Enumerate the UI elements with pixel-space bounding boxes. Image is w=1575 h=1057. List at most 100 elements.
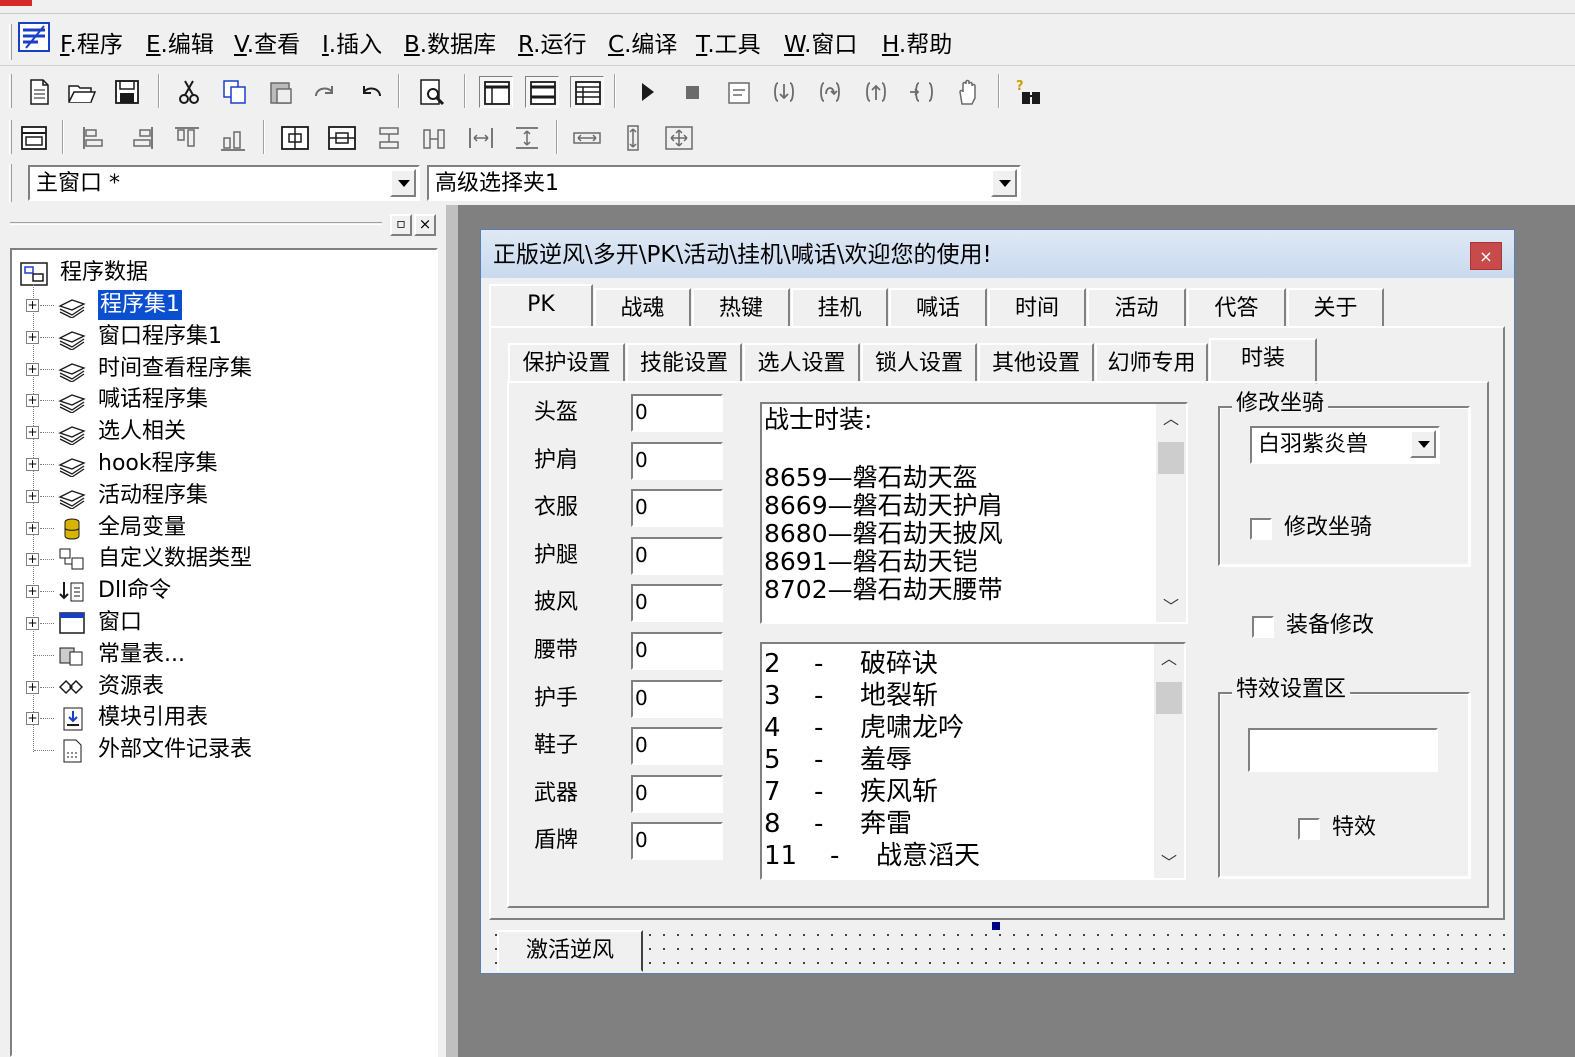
expand-icon[interactable]: + (26, 426, 39, 439)
modify-mount-checkbox[interactable] (1250, 518, 1272, 540)
expand-icon[interactable]: + (26, 712, 39, 725)
menu-item-b[interactable]: B.数据库 (404, 30, 496, 60)
skill-scrollbar[interactable]: ︿ ﹀ (1154, 644, 1184, 878)
main-tab-3[interactable]: 挂机 (791, 288, 888, 328)
stretch-v-icon[interactable] (616, 122, 650, 154)
tree-item-8[interactable]: + 自定义数据类型 (12, 544, 432, 574)
menu-grip[interactable] (9, 24, 12, 60)
stretch-h-icon[interactable] (570, 122, 604, 154)
effect-input[interactable] (1248, 728, 1438, 772)
scroll-up-icon[interactable]: ︿ (1156, 404, 1186, 434)
skill-list-item[interactable]: 8 - 奔雷 (764, 808, 1154, 840)
tree-item-2[interactable]: + 时间查看程序集 (12, 354, 432, 384)
skill-list-item[interactable]: 7 - 疾风斩 (764, 776, 1154, 808)
stop-icon[interactable] (676, 76, 710, 108)
component-selector-combo[interactable]: 高级选择夹1 (427, 165, 1021, 201)
tree-item-6[interactable]: + 活动程序集 (12, 481, 432, 511)
scroll-thumb[interactable] (1156, 682, 1182, 714)
main-tab-0[interactable]: PK (489, 284, 593, 328)
project-tree[interactable]: 程序数据 + 程序集1 + 窗口程序集1 + 时间查看程序集 + 喊话程序集 + 选人相关 + hook… (10, 248, 438, 1057)
tree-item-10[interactable]: + 窗口 (12, 608, 432, 638)
redo-icon[interactable] (308, 76, 342, 108)
center-v-icon[interactable] (325, 122, 359, 154)
expand-icon[interactable]: + (26, 522, 39, 535)
layout-1-icon[interactable] (479, 76, 513, 108)
close-icon[interactable]: × (1470, 242, 1502, 270)
skill-list-item[interactable]: 11 - 战意滔天 (764, 840, 1154, 872)
selector-grip[interactable] (9, 164, 12, 202)
menu-item-h[interactable]: H.帮助 (882, 30, 952, 60)
field-input[interactable]: 0 (631, 442, 723, 480)
same-height-icon[interactable] (418, 122, 452, 154)
paste-icon[interactable] (264, 76, 298, 108)
scroll-thumb[interactable] (1158, 442, 1184, 474)
run-icon[interactable] (630, 76, 664, 108)
activate-button[interactable]: 激活逆风 (497, 930, 643, 972)
field-input[interactable]: 0 (631, 537, 723, 575)
expand-icon[interactable]: + (26, 617, 39, 630)
main-tab-5[interactable]: 时间 (988, 288, 1086, 328)
expand-icon[interactable]: + (26, 458, 39, 471)
tree-item-7[interactable]: + 全局变量 (12, 513, 432, 543)
tree-item-9[interactable]: + Dll命令 (12, 576, 432, 606)
scroll-up-icon[interactable]: ︿ (1154, 644, 1184, 674)
help-find-icon[interactable]: ? (1012, 76, 1046, 108)
app-icon[interactable] (18, 22, 50, 52)
menu-item-e[interactable]: E.编辑 (146, 30, 214, 60)
mount-select[interactable]: 白羽紫炎兽 (1250, 426, 1440, 464)
menu-item-r[interactable]: R.运行 (518, 30, 586, 60)
tree-item-4[interactable]: + 选人相关 (12, 417, 432, 447)
panel-grip[interactable] (10, 222, 382, 225)
chevron-down-icon[interactable] (390, 169, 416, 197)
step-into-icon[interactable] (768, 76, 802, 108)
align-bottom-icon[interactable] (216, 122, 250, 154)
fashion-scrollbar[interactable]: ︿ ﹀ (1156, 404, 1186, 622)
effect-checkbox[interactable] (1298, 818, 1320, 840)
sub-tab-4[interactable]: 其他设置 (978, 343, 1094, 383)
expand-icon[interactable]: + (26, 299, 39, 312)
chevron-down-icon[interactable] (1410, 430, 1436, 458)
field-input[interactable]: 0 (631, 680, 723, 718)
expand-icon[interactable]: + (26, 553, 39, 566)
skill-listbox[interactable]: 2- 破碎诀 3- 地裂斩 4- 虎啸龙吟 5- 羞辱 7- 疾风斩 8- 奔雷 11- 战意滔天 ︿ ﹀ (760, 642, 1186, 880)
field-input[interactable]: 0 (631, 394, 723, 432)
window-selector-combo[interactable]: 主窗口 * (28, 165, 420, 201)
save-icon[interactable] (110, 76, 144, 108)
new-file-icon[interactable] (22, 76, 56, 108)
scroll-down-icon[interactable]: ﹀ (1154, 848, 1184, 878)
menu-item-w[interactable]: W.窗口 (784, 30, 857, 60)
scroll-down-icon[interactable]: ﹀ (1156, 592, 1186, 622)
tree-item-0[interactable]: + 程序集1 (12, 289, 432, 321)
skill-list-item[interactable]: 5 - 羞辱 (764, 744, 1154, 776)
main-tab-7[interactable]: 代答 (1187, 288, 1286, 328)
move-icon[interactable] (662, 122, 696, 154)
tree-item-5[interactable]: + hook程序集 (12, 449, 432, 479)
menu-item-t[interactable]: T.工具 (696, 30, 761, 60)
tree-item-1[interactable]: + 窗口程序集1 (12, 322, 432, 352)
expand-icon[interactable]: + (26, 490, 39, 503)
menu-item-c[interactable]: C.编译 (608, 30, 677, 60)
field-input[interactable]: 0 (631, 727, 723, 765)
close-icon[interactable]: × (414, 214, 436, 236)
undo-icon[interactable] (354, 76, 388, 108)
skill-list-item[interactable]: 2 - 破碎诀 (764, 648, 1154, 680)
layout-2-icon[interactable] (525, 76, 559, 108)
skill-list-item[interactable]: 3 - 地裂斩 (764, 680, 1154, 712)
form-designer-window[interactable]: 正版逆风\多开\PK\活动\挂机\喊话\欢迎您的使用! × PK 战魂 热键 挂机 喊话… (480, 229, 1515, 974)
chevron-down-icon[interactable] (991, 169, 1017, 197)
fashion-id-textbox[interactable]: 战士时装: 8659—磐石劫天盔 8669—磐石劫天护肩 8680—磐石劫天披风 86… (760, 402, 1188, 624)
v-spacing-icon[interactable] (510, 122, 544, 154)
tree-item-13[interactable]: + 模块引用表 (12, 703, 432, 733)
expand-icon[interactable]: + (26, 363, 39, 376)
menu-item-v[interactable]: V.查看 (234, 30, 300, 60)
step-out-icon[interactable] (860, 76, 894, 108)
align-left-icon[interactable] (78, 122, 112, 154)
center-h-icon[interactable] (278, 122, 312, 154)
tree-item-root[interactable]: 程序数据 (12, 258, 432, 288)
field-input[interactable]: 0 (631, 489, 723, 527)
expand-icon[interactable]: + (26, 394, 39, 407)
field-input[interactable]: 0 (631, 632, 723, 670)
same-width-icon[interactable] (372, 122, 406, 154)
step-over-icon[interactable] (814, 76, 848, 108)
toolbar-grip[interactable] (9, 74, 12, 108)
